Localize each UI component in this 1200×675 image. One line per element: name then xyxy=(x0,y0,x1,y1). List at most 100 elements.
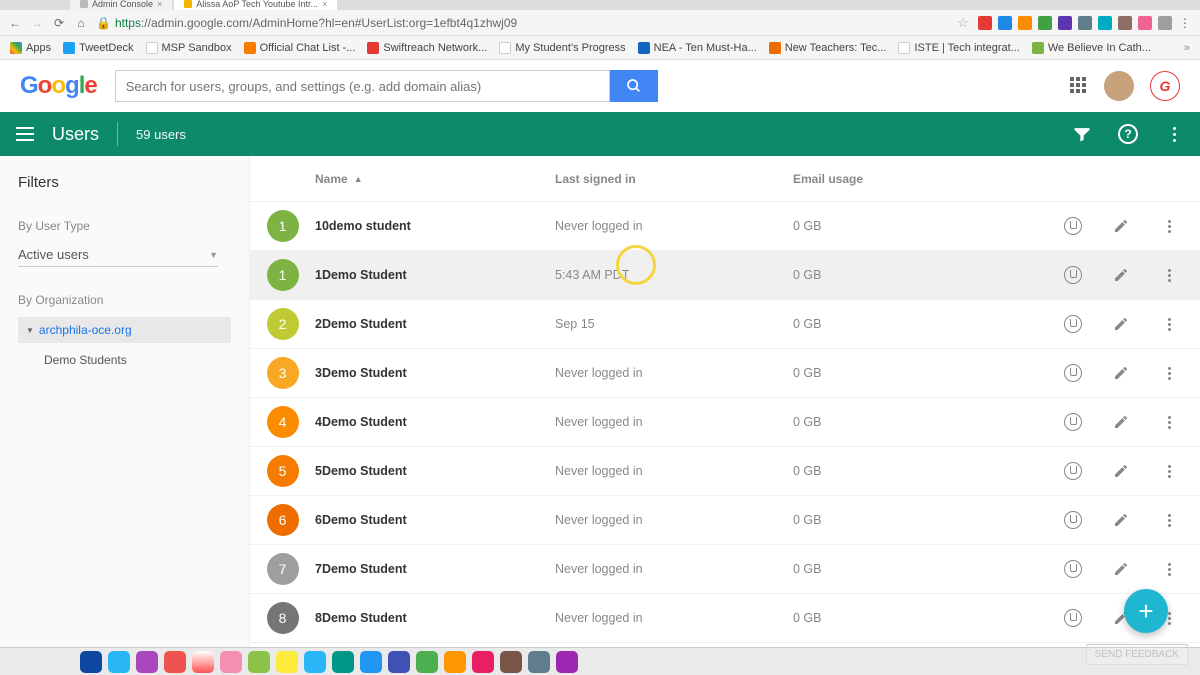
reset-password-icon[interactable] xyxy=(1064,413,1082,431)
dock-app-icon[interactable] xyxy=(248,651,270,673)
more-icon[interactable] xyxy=(1164,124,1184,144)
chrome-menu-icon[interactable]: ⋮ xyxy=(1178,16,1192,30)
table-row[interactable]: 1 10demo student Never logged in 0 GB xyxy=(250,202,1200,251)
table-row[interactable]: 8 8Demo Student Never logged in 0 GB xyxy=(250,594,1200,643)
user-avatar: 7 xyxy=(267,553,299,585)
column-last-signed-in[interactable]: Last signed in xyxy=(555,172,793,186)
star-icon[interactable]: ☆ xyxy=(956,16,970,30)
reset-password-icon[interactable] xyxy=(1064,315,1082,333)
search-input[interactable] xyxy=(115,70,610,102)
dock-app-icon[interactable] xyxy=(136,651,158,673)
email-usage: 0 GB xyxy=(793,366,1033,380)
google-logo[interactable]: Google xyxy=(20,72,97,100)
table-row[interactable]: 7 7Demo Student Never logged in 0 GB xyxy=(250,545,1200,594)
more-icon[interactable] xyxy=(1160,560,1178,578)
table-row[interactable]: 6 6Demo Student Never logged in 0 GB xyxy=(250,496,1200,545)
search-button[interactable] xyxy=(610,70,658,102)
dock-app-icon[interactable] xyxy=(360,651,382,673)
dock-app-icon[interactable] xyxy=(304,651,326,673)
avatar[interactable] xyxy=(1104,71,1134,101)
bookmark-item[interactable]: Swiftreach Network... xyxy=(367,42,487,54)
url-field[interactable]: 🔒https://admin.google.com/AdminHome?hl=e… xyxy=(96,16,948,30)
table-row[interactable]: 4 4Demo Student Never logged in 0 GB xyxy=(250,398,1200,447)
last-signed-in: 5:43 AM PDT xyxy=(555,268,793,282)
column-email-usage[interactable]: Email usage xyxy=(793,172,1200,186)
reset-password-icon[interactable] xyxy=(1064,609,1082,627)
browser-tab[interactable]: Alissa AoP Tech Youtube Intr...× xyxy=(174,0,337,10)
reset-password-icon[interactable] xyxy=(1064,217,1082,235)
more-icon[interactable] xyxy=(1160,364,1178,382)
more-icon[interactable] xyxy=(1160,511,1178,529)
dock-app-icon[interactable] xyxy=(416,651,438,673)
dock-app-icon[interactable] xyxy=(556,651,578,673)
table-header: Name▲ Last signed in Email usage xyxy=(250,156,1200,202)
last-signed-in: Never logged in xyxy=(555,513,793,527)
menu-icon[interactable] xyxy=(16,127,34,141)
edit-icon[interactable] xyxy=(1112,413,1130,431)
dock-app-icon[interactable] xyxy=(528,651,550,673)
edit-icon[interactable] xyxy=(1112,511,1130,529)
filter-icon[interactable] xyxy=(1072,124,1092,144)
column-name[interactable]: Name▲ xyxy=(315,172,555,186)
edit-icon[interactable] xyxy=(1112,315,1130,333)
reset-password-icon[interactable] xyxy=(1064,364,1082,382)
org-root[interactable]: ▼ archphila-oce.org xyxy=(18,317,231,343)
more-icon[interactable] xyxy=(1160,413,1178,431)
bookmark-item[interactable]: We Believe In Cath... xyxy=(1032,42,1151,54)
user-type-select[interactable]: Active users▼ xyxy=(18,243,218,267)
dock-app-icon[interactable] xyxy=(108,651,130,673)
browser-tab[interactable]: Admin Console× xyxy=(70,0,172,10)
table-row[interactable]: 1 1Demo Student 5:43 AM PDT 0 GB xyxy=(250,251,1200,300)
edit-icon[interactable] xyxy=(1112,560,1130,578)
apps-icon[interactable] xyxy=(1070,77,1088,95)
last-signed-in: Never logged in xyxy=(555,611,793,625)
bookmark-item[interactable]: Official Chat List -... xyxy=(244,42,356,54)
add-user-button[interactable]: + xyxy=(1124,589,1168,633)
edit-icon[interactable] xyxy=(1112,217,1130,235)
dock-app-icon[interactable] xyxy=(388,651,410,673)
dock-app-icon[interactable] xyxy=(472,651,494,673)
bookmark-item[interactable]: New Teachers: Tec... xyxy=(769,42,887,54)
org-child[interactable]: Demo Students xyxy=(18,347,231,373)
table-row[interactable]: 2 2Demo Student Sep 15 0 GB xyxy=(250,300,1200,349)
table-row[interactable]: 5 5Demo Student Never logged in 0 GB xyxy=(250,447,1200,496)
reset-password-icon[interactable] xyxy=(1064,462,1082,480)
bookmark-item[interactable]: MSP Sandbox xyxy=(146,42,232,54)
bookmark-item[interactable]: ISTE | Tech integrat... xyxy=(898,42,1019,54)
close-icon[interactable]: × xyxy=(322,0,327,9)
more-icon[interactable] xyxy=(1160,266,1178,284)
dock-app-icon[interactable] xyxy=(192,651,214,673)
close-icon[interactable]: × xyxy=(157,0,162,9)
account-switcher-icon[interactable]: G xyxy=(1150,71,1180,101)
dock-app-icon[interactable] xyxy=(332,651,354,673)
bookmark-item[interactable]: TweetDeck xyxy=(63,42,133,54)
dock-app-icon[interactable] xyxy=(220,651,242,673)
reload-icon[interactable]: ⟳ xyxy=(52,16,66,30)
edit-icon[interactable] xyxy=(1112,364,1130,382)
edit-icon[interactable] xyxy=(1112,266,1130,284)
dock-app-icon[interactable] xyxy=(444,651,466,673)
table-row[interactable]: 3 3Demo Student Never logged in 0 GB xyxy=(250,349,1200,398)
help-icon[interactable]: ? xyxy=(1118,124,1138,144)
email-usage: 0 GB xyxy=(793,268,1033,282)
user-name: 10demo student xyxy=(315,219,555,233)
bookmark-item[interactable]: Apps xyxy=(10,42,51,54)
reset-password-icon[interactable] xyxy=(1064,266,1082,284)
bookmark-item[interactable]: My Student's Progress xyxy=(499,42,625,54)
user-name: 6Demo Student xyxy=(315,513,555,527)
home-icon[interactable]: ⌂ xyxy=(74,16,88,30)
edit-icon[interactable] xyxy=(1112,462,1130,480)
dock-app-icon[interactable] xyxy=(80,651,102,673)
bookmarks-overflow-icon[interactable]: » xyxy=(1184,42,1190,54)
forward-icon[interactable]: → xyxy=(30,16,44,30)
bookmark-item[interactable]: NEA - Ten Must-Ha... xyxy=(638,42,757,54)
more-icon[interactable] xyxy=(1160,217,1178,235)
reset-password-icon[interactable] xyxy=(1064,560,1082,578)
dock-app-icon[interactable] xyxy=(164,651,186,673)
more-icon[interactable] xyxy=(1160,462,1178,480)
more-icon[interactable] xyxy=(1160,315,1178,333)
back-icon[interactable]: ← xyxy=(8,16,22,30)
dock-app-icon[interactable] xyxy=(500,651,522,673)
dock-app-icon[interactable] xyxy=(276,651,298,673)
reset-password-icon[interactable] xyxy=(1064,511,1082,529)
